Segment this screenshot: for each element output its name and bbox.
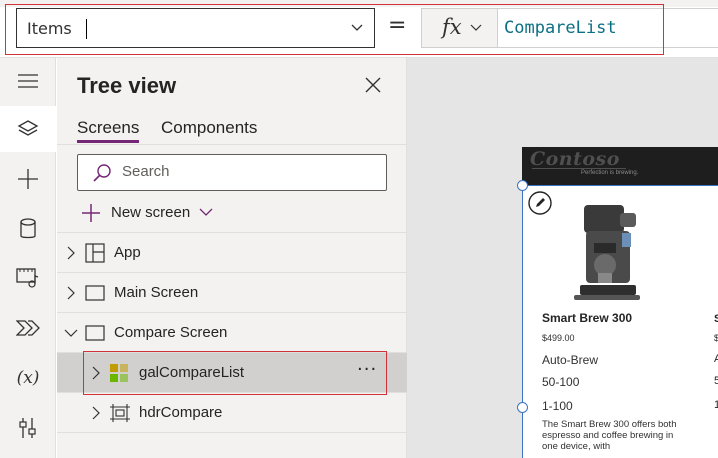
active-tab-indicator bbox=[77, 140, 139, 143]
media-button[interactable] bbox=[0, 255, 56, 301]
new-screen-label: New screen bbox=[111, 204, 191, 221]
data-cylinder-icon bbox=[20, 218, 36, 239]
variables-button[interactable]: (x) bbox=[0, 355, 56, 401]
tree-node-label: hdrCompare bbox=[139, 404, 223, 421]
tree-view-panel: Tree view Screens Components New screen … bbox=[57, 58, 407, 458]
plus-icon bbox=[82, 204, 100, 222]
tree-node-main-screen[interactable]: Main Screen bbox=[57, 273, 407, 313]
search-input[interactable] bbox=[122, 163, 372, 180]
chevron-right-icon[interactable] bbox=[65, 286, 77, 300]
container-icon bbox=[110, 404, 130, 422]
search-icon bbox=[93, 164, 111, 182]
tree-node-label: App bbox=[114, 244, 141, 261]
resize-handle[interactable] bbox=[517, 180, 528, 191]
hamburger-menu-button[interactable] bbox=[0, 58, 56, 104]
advanced-tools-button[interactable] bbox=[0, 405, 56, 451]
gallery-highlight-box bbox=[83, 351, 387, 395]
formula-highlight-box bbox=[5, 4, 664, 55]
tree-view-title: Tree view bbox=[77, 73, 177, 98]
tab-screens[interactable]: Screens bbox=[77, 118, 139, 138]
chevron-right-icon[interactable] bbox=[65, 246, 77, 260]
logo-underline bbox=[532, 168, 626, 169]
chevron-down-icon bbox=[199, 208, 213, 216]
tree-view-layers-icon bbox=[17, 120, 39, 136]
formula-bar: Items = fx CompareList bbox=[0, 0, 718, 58]
tagline: Perfection is brewing. bbox=[581, 170, 639, 176]
power-automate-button[interactable] bbox=[0, 305, 56, 351]
tree-node-app[interactable]: App bbox=[57, 233, 407, 273]
hamburger-menu-icon bbox=[18, 74, 38, 88]
resize-handle[interactable] bbox=[517, 402, 528, 413]
chevron-right-icon[interactable] bbox=[90, 406, 102, 420]
advanced-tools-icon bbox=[19, 418, 36, 438]
media-icon bbox=[16, 268, 39, 288]
tree-node-hdrcompare[interactable]: hdrCompare bbox=[57, 393, 407, 433]
contoso-logo: Contoso bbox=[530, 148, 620, 170]
divider bbox=[57, 144, 407, 145]
insert-button[interactable] bbox=[0, 156, 56, 202]
tree-view-button[interactable] bbox=[0, 106, 56, 152]
canvas[interactable]: Contoso Perfection is brewing. Smart Bre… bbox=[407, 58, 718, 458]
selection-border bbox=[522, 185, 718, 458]
left-rail: (x) bbox=[0, 58, 56, 458]
screen-icon bbox=[85, 285, 105, 301]
close-icon[interactable] bbox=[364, 76, 382, 94]
tab-components[interactable]: Components bbox=[161, 118, 257, 138]
tree-node-compare-screen[interactable]: Compare Screen bbox=[57, 313, 407, 353]
chevron-down-icon[interactable] bbox=[64, 327, 78, 339]
search-box[interactable] bbox=[77, 154, 387, 191]
screen-icon bbox=[85, 325, 105, 341]
insert-plus-icon bbox=[18, 169, 38, 189]
tree-node-label: Main Screen bbox=[114, 284, 199, 301]
app-icon bbox=[85, 243, 105, 263]
app-header[interactable]: Contoso Perfection is brewing. bbox=[522, 147, 718, 185]
power-automate-icon bbox=[16, 320, 40, 336]
variables-icon: (x) bbox=[16, 368, 40, 388]
data-button[interactable] bbox=[0, 206, 56, 252]
tree-node-label: Compare Screen bbox=[114, 324, 228, 341]
